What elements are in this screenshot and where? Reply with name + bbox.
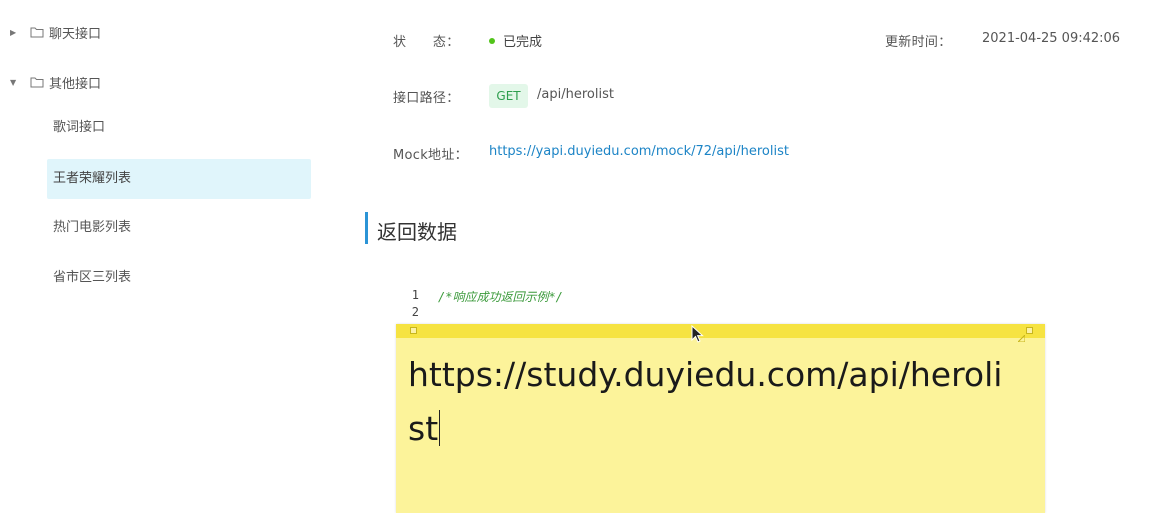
caret-down-icon[interactable]: ▼ (10, 78, 20, 87)
line-number: 2 (411, 305, 419, 319)
mock-label: Mock地址： (393, 148, 468, 163)
tree-group-other[interactable]: ▼ 其他接口 (10, 70, 101, 94)
status-label: 状 态： (393, 35, 460, 50)
sticky-resize-icon[interactable] (1016, 327, 1026, 343)
sticky-new-icon[interactable] (410, 327, 417, 334)
sticky-note-text[interactable]: https://study.duyiedu.com/api/herolist (408, 348, 1008, 456)
sticky-title-bar[interactable] (396, 324, 1045, 343)
sidebar-item-movies[interactable]: 热门电影列表 (47, 208, 311, 248)
tree-group-chat[interactable]: ▶ 聊天接口 (10, 20, 101, 44)
folder-icon (30, 27, 44, 38)
sticky-close-icon[interactable] (1026, 327, 1033, 334)
sidebar-item-regions[interactable]: 省市区三列表 (47, 258, 311, 298)
status-value: 已完成 (503, 35, 543, 50)
method-badge: GET (489, 84, 528, 108)
path-label: 接口路径： (393, 91, 460, 106)
line-number: 1 (411, 288, 419, 302)
update-time-label: 更新时间： (885, 35, 952, 50)
section-accent-bar (365, 212, 368, 244)
section-title: 返回数据 (377, 220, 457, 244)
caret-right-icon[interactable]: ▶ (10, 28, 20, 37)
status-dot-icon (489, 37, 495, 44)
code-editor[interactable]: 1 2 /*响应成功返回示例*/ (395, 284, 695, 329)
mouse-cursor-icon (691, 325, 704, 343)
update-time-value: 2021-04-25 09:42:06 (982, 31, 1121, 46)
tree-group-label: 聊天接口 (49, 26, 102, 42)
text-caret (439, 410, 441, 446)
code-comment: /*响应成功返回示例*/ (438, 290, 563, 304)
mock-url-link[interactable]: https://yapi.duyiedu.com/mock/72/api/her… (489, 144, 789, 159)
path-value: /api/herolist (537, 87, 614, 102)
sidebar: ▶ 聊天接口 ▼ 其他接口 歌词接口 王者荣耀列表 热门电影列表 省市区三列表 (0, 0, 330, 513)
sidebar-item-herolist[interactable]: 王者荣耀列表 (47, 159, 311, 199)
sticky-note[interactable]: https://study.duyiedu.com/api/herolist (396, 324, 1045, 513)
status-badge: 已完成 (489, 31, 542, 50)
folder-open-icon (30, 77, 44, 88)
sidebar-item-lyrics[interactable]: 歌词接口 (47, 108, 311, 148)
tree-group-label: 其他接口 (49, 76, 102, 92)
